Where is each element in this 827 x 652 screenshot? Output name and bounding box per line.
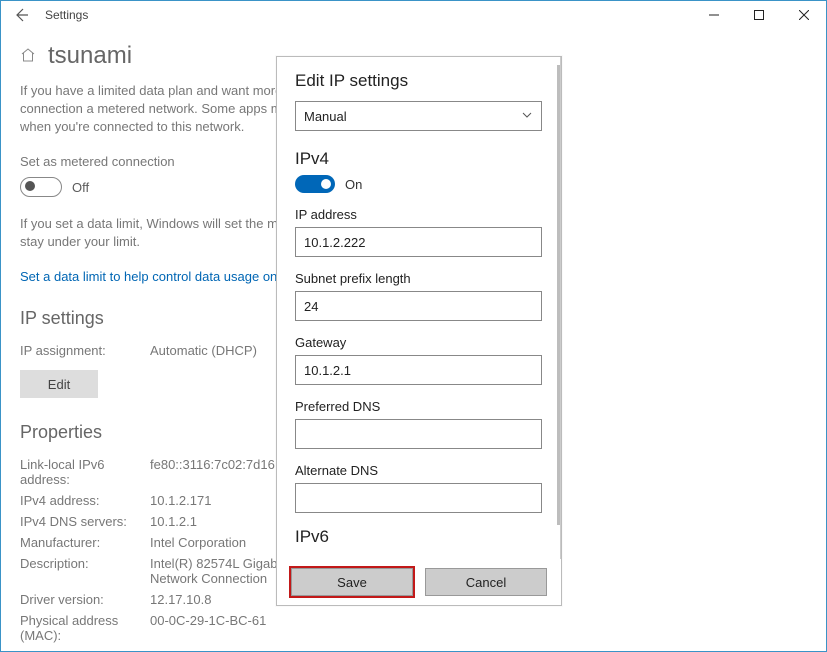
metered-toggle[interactable]	[20, 177, 62, 197]
titlebar: Settings	[1, 1, 826, 29]
chevron-down-icon	[521, 109, 533, 124]
prop-value: 10.1.2.171	[150, 493, 211, 508]
ip-mode-selected: Manual	[304, 109, 347, 124]
gateway-label: Gateway	[295, 335, 542, 350]
prop-value: Intel Corporation	[150, 535, 246, 550]
prop-label: Link-local IPv6 address:	[20, 457, 150, 487]
alternate-dns-label: Alternate DNS	[295, 463, 542, 478]
home-icon[interactable]	[20, 47, 36, 66]
prop-label: Driver version:	[20, 592, 150, 607]
dialog-body: Edit IP settings Manual IPv4 On IP addre…	[277, 57, 561, 559]
preferred-dns-group: Preferred DNS	[295, 399, 542, 449]
back-arrow-icon	[13, 7, 29, 23]
prop-label: IPv4 address:	[20, 493, 150, 508]
ip-address-input[interactable]	[295, 227, 542, 257]
ipv6-section-header: IPv6	[295, 527, 542, 547]
gateway-group: Gateway	[295, 335, 542, 385]
ip-address-label: IP address	[295, 207, 542, 222]
save-button[interactable]: Save	[291, 568, 413, 596]
ipv4-toggle-state: On	[345, 177, 362, 192]
prop-value: 10.1.2.1	[150, 514, 197, 529]
maximize-icon	[754, 10, 764, 20]
alternate-dns-input[interactable]	[295, 483, 542, 513]
alternate-dns-group: Alternate DNS	[295, 463, 542, 513]
prop-value: 00-0C-29-1C-BC-61	[150, 613, 266, 643]
subnet-input[interactable]	[295, 291, 542, 321]
prop-label: IPv4 DNS servers:	[20, 514, 150, 529]
page-title: tsunami	[48, 42, 132, 70]
prop-row-mac: Physical address (MAC): 00-0C-29-1C-BC-6…	[20, 613, 807, 643]
minimize-icon	[709, 10, 719, 20]
ipv4-toggle-row: On	[295, 175, 542, 193]
prop-value: 12.17.10.8	[150, 592, 211, 607]
preferred-dns-label: Preferred DNS	[295, 399, 542, 414]
edit-ip-settings-dialog: Edit IP settings Manual IPv4 On IP addre…	[276, 56, 562, 606]
close-icon	[799, 10, 809, 20]
edit-button[interactable]: Edit	[20, 370, 98, 398]
ipv4-section-header: IPv4	[295, 149, 542, 169]
gateway-input[interactable]	[295, 355, 542, 385]
metered-toggle-state: Off	[72, 180, 89, 195]
window-title: Settings	[45, 8, 88, 22]
preferred-dns-input[interactable]	[295, 419, 542, 449]
subnet-group: Subnet prefix length	[295, 271, 542, 321]
ip-assignment-label: IP assignment:	[20, 343, 150, 358]
minimize-button[interactable]	[691, 1, 736, 29]
window-controls	[691, 1, 826, 29]
dialog-title: Edit IP settings	[295, 71, 542, 91]
prop-label: Manufacturer:	[20, 535, 150, 550]
ip-address-group: IP address	[295, 207, 542, 257]
cancel-button[interactable]: Cancel	[425, 568, 547, 596]
subnet-label: Subnet prefix length	[295, 271, 542, 286]
ip-mode-dropdown[interactable]: Manual	[295, 101, 542, 131]
dialog-footer: Save Cancel	[277, 559, 561, 605]
prop-label: Physical address (MAC):	[20, 613, 150, 643]
close-button[interactable]	[781, 1, 826, 29]
dialog-scrollbar[interactable]	[557, 65, 560, 525]
back-button[interactable]	[1, 1, 41, 29]
maximize-button[interactable]	[736, 1, 781, 29]
ip-assignment-value: Automatic (DHCP)	[150, 343, 257, 358]
prop-label: Description:	[20, 556, 150, 586]
ipv4-toggle[interactable]	[295, 175, 335, 193]
